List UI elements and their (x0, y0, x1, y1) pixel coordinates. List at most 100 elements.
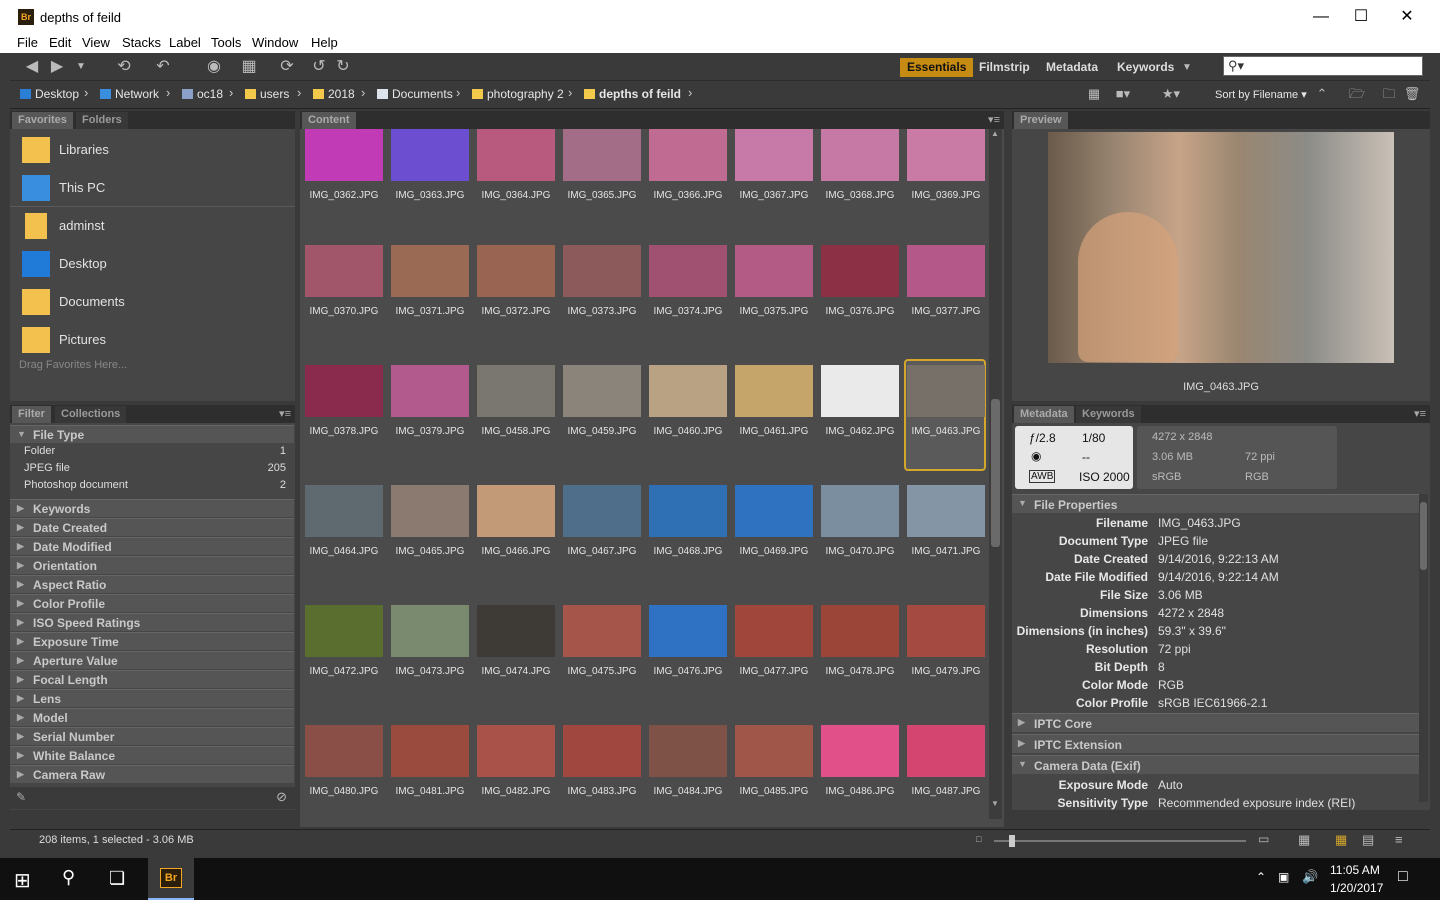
scroll-thumb[interactable] (991, 399, 1000, 547)
sort-by-filename[interactable]: Sort by Filename ▾ (1215, 88, 1307, 101)
thumbnail-filename[interactable]: IMG_0483.JPG (559, 786, 645, 797)
thumbnail-image[interactable] (563, 129, 641, 181)
thumbnail-image[interactable] (477, 245, 555, 297)
thumbnail-filename[interactable]: IMG_0469.JPG (731, 546, 817, 557)
tab-preview[interactable]: Preview (1014, 112, 1068, 129)
crumb-depths-of-feild[interactable]: depths of feild (584, 87, 681, 101)
thumbnail-filename[interactable]: IMG_0464.JPG (301, 546, 387, 557)
thumbnail-filename[interactable]: IMG_0377.JPG (903, 306, 988, 317)
thumbnail-filename[interactable]: IMG_0460.JPG (645, 426, 731, 437)
menu-help[interactable]: Help (311, 35, 338, 50)
filter-category[interactable]: ▶ White Balance (10, 746, 294, 764)
large-thumb-icon[interactable]: ▭ (1258, 832, 1269, 846)
tab-favorites[interactable]: Favorites (12, 112, 73, 129)
small-thumb-icon[interactable]: □ (976, 834, 981, 844)
thumbnail-image[interactable] (821, 245, 899, 297)
chevron-right-icon[interactable]: › (456, 85, 460, 100)
thumbnail-filename[interactable]: IMG_0371.JPG (387, 306, 473, 317)
thumbnail-filename[interactable]: IMG_0368.JPG (817, 190, 903, 201)
thumbnail-image[interactable] (391, 725, 469, 777)
workspace-metadata[interactable]: Metadata (1039, 58, 1105, 77)
thumbnail-filename[interactable]: IMG_0470.JPG (817, 546, 903, 557)
thumbnail-filename[interactable]: IMG_0481.JPG (387, 786, 473, 797)
forward-icon[interactable]: ▶ (47, 57, 67, 77)
thumbnail-filename[interactable]: IMG_0373.JPG (559, 306, 645, 317)
list-view-icon[interactable]: ≡ (1395, 832, 1403, 847)
workspace-filmstrip[interactable]: Filmstrip (972, 58, 1037, 77)
refine-icon[interactable]: ▦ (234, 57, 264, 77)
thumbnail-filename[interactable]: IMG_0376.JPG (817, 306, 903, 317)
thumbnail-filename[interactable]: IMG_0365.JPG (559, 190, 645, 201)
thumbnail-image[interactable] (305, 485, 383, 537)
crumb-users[interactable]: users (245, 87, 289, 101)
thumbnail-image[interactable] (821, 129, 899, 181)
section-iptc-extension[interactable]: ▶ IPTC Extension (1012, 734, 1420, 753)
thumbnail-view-icon[interactable]: ▦ (1335, 832, 1347, 848)
thumbnail-image[interactable] (563, 725, 641, 777)
thumbnail-filename[interactable]: IMG_0362.JPG (301, 190, 387, 201)
open-in-camera-raw-icon[interactable]: ⟳ (277, 57, 297, 77)
menu-stacks[interactable]: Stacks (122, 35, 161, 50)
thumbnail-filename[interactable]: IMG_0471.JPG (903, 546, 988, 557)
fav-libraries[interactable]: Libraries (10, 133, 295, 167)
taskbar-bridge[interactable]: Br (148, 858, 194, 900)
thumbnail-image[interactable] (821, 485, 899, 537)
thumbnail-image[interactable] (477, 129, 555, 181)
filter-category[interactable]: ▶ Camera Raw (10, 765, 294, 783)
search-input[interactable]: ⚲▾ (1223, 56, 1423, 76)
tab-keywords[interactable]: Keywords (1076, 406, 1141, 423)
thumbnail-image[interactable] (735, 365, 813, 417)
filter-category[interactable]: ▶ Date Created (10, 518, 294, 536)
rotate-right-icon[interactable]: ↻ (334, 57, 352, 77)
menu-view[interactable]: View (82, 35, 110, 50)
star-rating-icon[interactable]: ★▾ (1155, 84, 1187, 104)
thumbnail-filename[interactable]: IMG_0379.JPG (387, 426, 473, 437)
crumb-desktop[interactable]: Desktop (20, 87, 79, 101)
thumbnail-filename[interactable]: IMG_0480.JPG (301, 786, 387, 797)
thumbnail-filename[interactable]: IMG_0475.JPG (559, 666, 645, 677)
thumbnail-filename[interactable]: IMG_0487.JPG (903, 786, 988, 797)
thumbnail-filename[interactable]: IMG_0372.JPG (473, 306, 559, 317)
recent-dropdown-icon[interactable]: ▼ (73, 57, 89, 77)
thumbnail-image[interactable] (563, 365, 641, 417)
thumbnail-image[interactable] (305, 365, 383, 417)
thumbnail-filename[interactable]: IMG_0476.JPG (645, 666, 731, 677)
delete-icon[interactable]: 🗑 (1403, 84, 1421, 104)
clock-time[interactable]: 11:05 AM (1330, 863, 1380, 877)
pin-icon[interactable]: ✎ (16, 790, 26, 804)
panel-menu-icon[interactable]: ▾≡ (988, 113, 1000, 126)
thumbnail-image[interactable] (391, 365, 469, 417)
thumbnail-image[interactable] (391, 485, 469, 537)
thumbnail-filename[interactable]: IMG_0463.JPG (903, 426, 988, 437)
thumbnail-image[interactable] (907, 725, 985, 777)
thumbnail-image[interactable] (477, 365, 555, 417)
thumbnail-image[interactable] (477, 485, 555, 537)
thumbnail-image[interactable] (305, 725, 383, 777)
thumbnail-filename[interactable]: IMG_0364.JPG (473, 190, 559, 201)
chevron-right-icon[interactable]: › (229, 85, 233, 100)
task-view-icon[interactable]: ❏ (109, 868, 125, 889)
clock-date[interactable]: 1/20/2017 (1330, 881, 1383, 895)
thumbnail-filename[interactable]: IMG_0366.JPG (645, 190, 731, 201)
chevron-right-icon[interactable]: › (568, 85, 572, 100)
thumbnail-image[interactable] (907, 245, 985, 297)
content-scrollbar[interactable]: ▲ ▼ (989, 129, 1002, 819)
workspace-dropdown-icon[interactable]: ▼ (1180, 58, 1194, 78)
filter-category[interactable]: ▶ Date Modified (10, 537, 294, 555)
filter-category[interactable]: ▶ Lens (10, 689, 294, 707)
thumbnail-image[interactable] (649, 365, 727, 417)
filter-row-jpeg[interactable]: JPEG file 205 (10, 462, 294, 479)
thumbnail-image[interactable] (391, 129, 469, 181)
chevron-right-icon[interactable]: › (361, 85, 365, 100)
crumb-oc18[interactable]: oc18 (182, 87, 223, 101)
metadata-scrollbar[interactable] (1419, 494, 1428, 802)
filter-category[interactable]: ▶ Color Profile (10, 594, 294, 612)
thumbnail-image[interactable] (305, 605, 383, 657)
preview-image[interactable] (1048, 132, 1394, 363)
thumbnail-filename[interactable]: IMG_0363.JPG (387, 190, 473, 201)
thumbnail-filename[interactable]: IMG_0459.JPG (559, 426, 645, 437)
scroll-down-icon[interactable]: ▼ (991, 799, 999, 808)
quality-icon[interactable]: ▦ (1085, 84, 1103, 104)
thumbnail-filename[interactable]: IMG_0367.JPG (731, 190, 817, 201)
thumbnail-filename[interactable]: IMG_0485.JPG (731, 786, 817, 797)
